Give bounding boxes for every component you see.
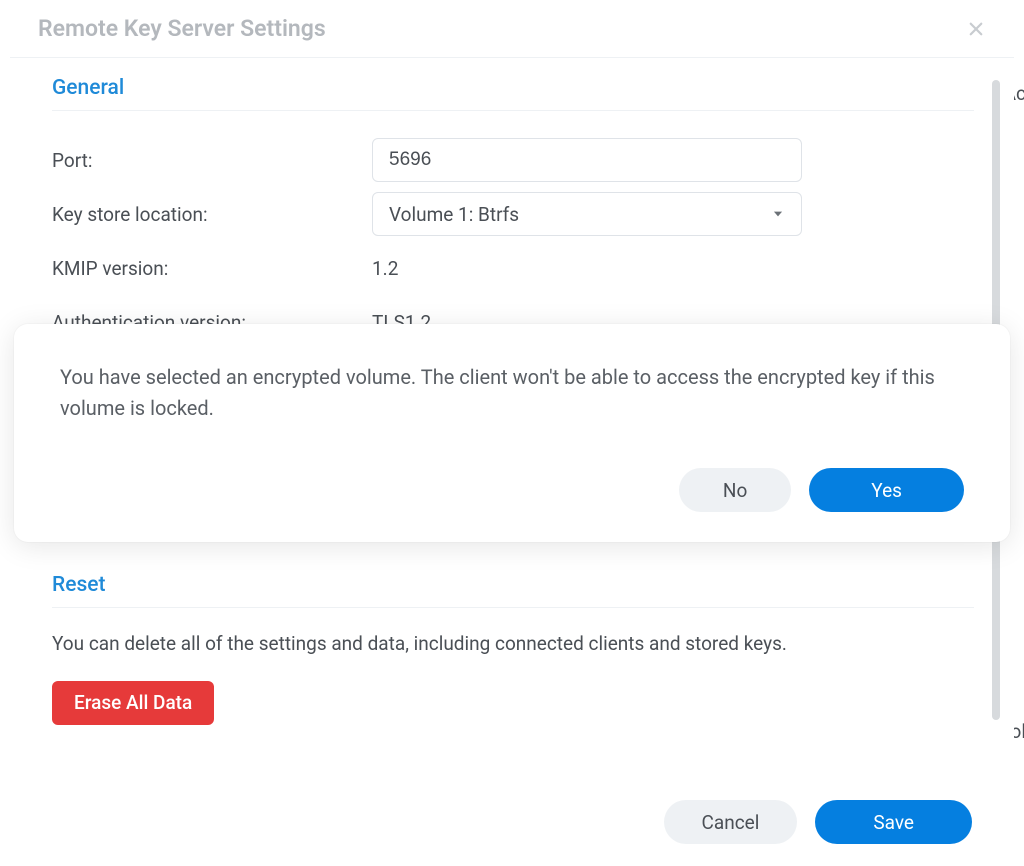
keystore-select[interactable]: Volume 1: Btrfs [372,192,802,236]
confirm-dialog-buttons: No Yes [60,468,964,512]
label-keystore: Key store location: [52,203,372,226]
value-kmip: 1.2 [372,257,398,280]
yes-button[interactable]: Yes [809,468,964,512]
close-icon[interactable] [966,19,986,39]
row-kmip: KMIP version: 1.2 [52,241,974,295]
keystore-select-value: Volume 1: Btrfs [389,203,519,226]
section-title-general: General [52,76,974,111]
label-kmip: KMIP version: [52,257,372,280]
label-port: Port: [52,149,372,172]
save-button[interactable]: Save [815,800,972,844]
chevron-down-icon [771,207,785,221]
confirm-dialog-message: You have selected an encrypted volume. T… [60,362,964,424]
titlebar: Remote Key Server Settings [10,0,1014,58]
port-input[interactable] [372,138,802,182]
section-reset: Reset You can delete all of the settings… [52,573,974,725]
reset-description: You can delete all of the settings and d… [52,630,974,659]
section-title-reset: Reset [52,573,974,608]
confirm-dialog: You have selected an encrypted volume. T… [14,324,1010,542]
erase-all-data-button[interactable]: Erase All Data [52,681,214,725]
footer: Cancel Save [10,778,1014,866]
cancel-button[interactable]: Cancel [664,800,798,844]
row-port: Port: [52,133,974,187]
no-button[interactable]: No [679,468,791,512]
row-keystore: Key store location: Volume 1: Btrfs [52,187,974,241]
window-title: Remote Key Server Settings [38,15,326,42]
